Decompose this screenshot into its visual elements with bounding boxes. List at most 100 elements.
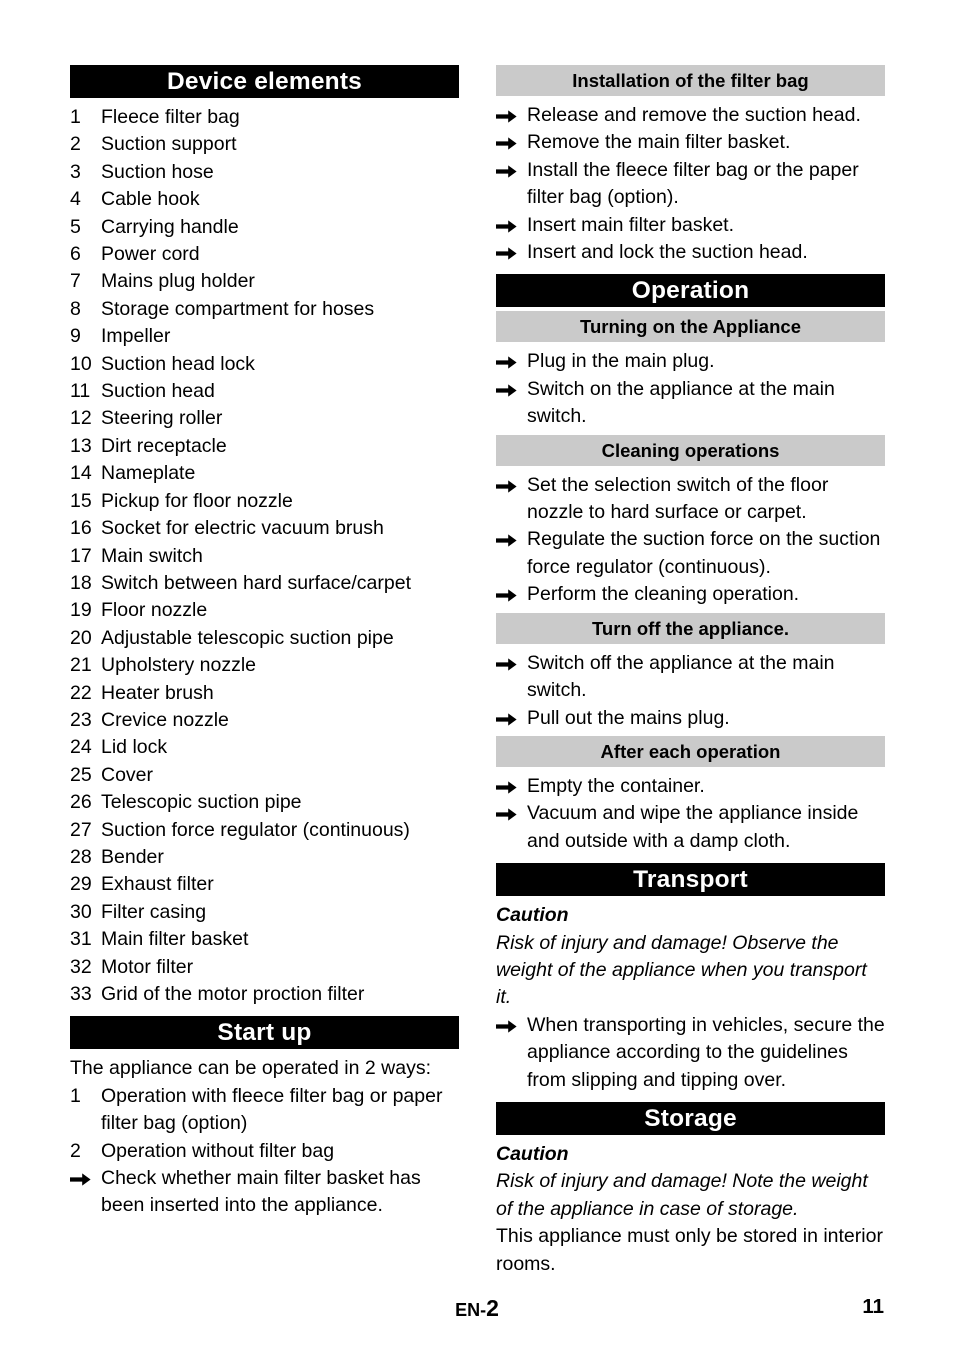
list-item-label: Exhaust filter — [101, 873, 214, 896]
list-item-label: Suction head lock — [101, 352, 255, 375]
list-item: 26 Telescopic suction pipe — [70, 789, 459, 816]
list-item: 7 Mains plug holder — [70, 268, 459, 295]
list-item-label: Suction force regulator (continuous) — [101, 818, 410, 841]
arrow-right-bullet-icon — [496, 526, 522, 548]
list-item-label: Impeller — [101, 325, 171, 348]
caution-text: Risk of injury and damage! Observe the w… — [496, 931, 867, 1009]
step-text: Regulate the suction force on the suctio… — [527, 528, 881, 578]
footer-section-label: EN-2 — [70, 1295, 884, 1322]
list-item: 21 Upholstery nozzle — [70, 652, 459, 679]
list-item: 31 Main filter basket — [70, 926, 459, 953]
list-item-label: Carrying handle — [101, 215, 239, 238]
list-item-number: 1 — [70, 1084, 81, 1107]
step-text: Set the selection switch of the floor no… — [527, 473, 829, 524]
list-item-number: 33 — [70, 983, 92, 1005]
list-item-label: Switch between hard surface/carpet — [101, 571, 412, 594]
step-text: Insert main filter basket. — [527, 213, 734, 236]
step-text: Pull out the mains plug. — [527, 706, 730, 729]
list-item-label: Steering roller — [101, 407, 223, 430]
list-item-number: 24 — [70, 736, 92, 759]
list-item-number: 29 — [70, 873, 92, 896]
list-item-label: Telescopic suction pipe — [101, 791, 302, 814]
arrow-right-bullet-icon — [496, 650, 522, 671]
arrow-right-bullet-icon — [496, 376, 522, 397]
list-item: 11 Suction head — [70, 378, 459, 405]
list-item-number: 25 — [70, 763, 92, 786]
list-item: 5 Carrying handle — [70, 214, 459, 241]
list-item-label: Upholstery nozzle — [101, 654, 256, 677]
list-item: 8 Storage compartment for hoses — [70, 296, 459, 323]
section-heading-installation-of-the-filter-bag: Installation of the filter bag — [496, 65, 885, 96]
arrow-right-bullet-icon — [70, 1165, 96, 1186]
list-item: 3 Suction hose — [70, 159, 459, 186]
list-item-label: Suction hose — [101, 160, 214, 183]
list-item-label: Suction support — [101, 133, 237, 156]
list-item: 25 Cover — [70, 762, 459, 789]
step-text: Vacuum and wipe the appliance inside and… — [527, 802, 859, 852]
list-item-number: 16 — [70, 517, 92, 540]
list-item: 20 Adjustable telescopic suction pipe — [70, 625, 459, 652]
step-item: Empty the container. — [496, 773, 885, 800]
list-item-number: 9 — [70, 325, 81, 348]
list-item-number: 6 — [70, 243, 81, 266]
list-item: 10 Suction head lock — [70, 351, 459, 378]
arrow-right-bullet-icon — [496, 705, 522, 726]
list-item-number: 30 — [70, 900, 92, 923]
list-item-label: Mains plug holder — [101, 270, 255, 293]
list-item-number: 19 — [70, 599, 92, 622]
arrow-right-bullet-icon — [496, 157, 522, 178]
list-item-number: 32 — [70, 955, 92, 978]
arrow-right-bullet-icon — [496, 102, 522, 123]
list-item-label: Cover — [101, 763, 154, 786]
list-item-label: Main switch — [101, 544, 203, 567]
list-item-number: 23 — [70, 708, 92, 731]
left-column: Device elements 1 Fleece filter bag 2 Suct… — [70, 65, 459, 1220]
arrow-right-bullet-icon — [496, 581, 522, 602]
list-item: 30 Filter casing — [70, 899, 459, 926]
list-item-number: 10 — [70, 352, 92, 375]
step-text: Plug in the main plug. — [527, 350, 715, 373]
step-text: Check whether main filter basket has bee… — [101, 1167, 421, 1217]
list-item: 2 Suction support — [70, 131, 459, 158]
section-heading-storage: Storage — [496, 1101, 885, 1135]
footer-section-number: 2 — [486, 1295, 499, 1321]
arrow-right-bullet-icon — [496, 1012, 522, 1033]
list-item-number: 2 — [70, 133, 81, 156]
list-item-label: Crevice nozzle — [101, 708, 229, 731]
list-item-label: Grid of the motor proction filter — [101, 983, 365, 1005]
manual-page: Device elements 1 Fleece filter bag 2 Suct… — [0, 0, 954, 1352]
list-item-label: Pickup for floor nozzle — [101, 489, 293, 512]
list-item-label: Adjustable telescopic suction pipe — [101, 626, 394, 649]
step-text: Insert and lock the suction head. — [527, 241, 808, 264]
step-item: Regulate the suction force on the suctio… — [496, 526, 885, 581]
arrow-right-bullet-icon — [496, 212, 522, 233]
list-item: 22 Heater brush — [70, 680, 459, 707]
list-item-label: Operation without filter bag — [101, 1139, 335, 1162]
arrow-right-bullet-icon — [496, 129, 522, 151]
list-item: 1 Fleece filter bag — [70, 104, 459, 131]
arrow-right-bullet-icon — [496, 472, 522, 493]
list-item: 9 Impeller — [70, 323, 459, 350]
step-item: Check whether main filter basket has bee… — [70, 1165, 459, 1220]
list-item-label: Dirt receptacle — [101, 434, 227, 457]
arrow-right-bullet-icon — [496, 800, 522, 821]
list-item: 12 Steering roller — [70, 405, 459, 432]
step-item: Insert main filter basket. — [496, 212, 885, 239]
list-item-number: 8 — [70, 297, 81, 320]
list-item-label: Storage compartment for hoses — [101, 297, 375, 320]
list-item-number: 5 — [70, 215, 81, 238]
step-item: Install the fleece filter bag or the pap… — [496, 157, 885, 212]
list-item: 15 Pickup for floor nozzle — [70, 488, 459, 515]
list-item: 23 Crevice nozzle — [70, 707, 459, 734]
arrow-right-bullet-icon — [496, 348, 522, 370]
storage-body-text: This appliance must only be stored in in… — [496, 1225, 883, 1275]
step-text: Empty the container. — [527, 774, 705, 797]
step-text: Install the fleece filter bag or the pap… — [527, 158, 859, 209]
right-column: Installation of the filter bag Release a… — [496, 65, 885, 1278]
section-heading-operation: Operation — [496, 274, 885, 308]
caution-label: Caution — [496, 904, 569, 927]
page-footer: EN-2 11 — [70, 1295, 884, 1325]
section-heading-transport: Transport — [496, 863, 885, 897]
